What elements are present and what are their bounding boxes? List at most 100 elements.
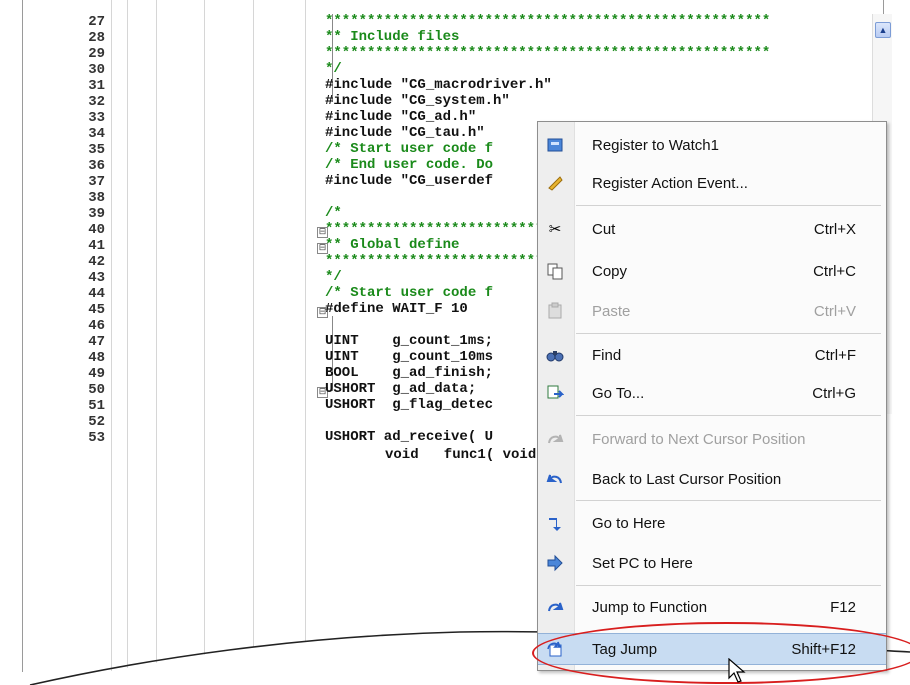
menu-item-label: Go To... (592, 385, 645, 402)
code-line-clipped: void func1( void (385, 447, 537, 463)
code-line: BOOL g_ad_finish; (325, 365, 494, 381)
line-number: 33 (88, 110, 105, 126)
menu-item-register-action-event[interactable]: Register Action Event... (538, 168, 886, 198)
line-number: 40 (88, 222, 105, 238)
code-line: /* Start user code f (325, 141, 494, 157)
code-line: #include "CG_system.h" (325, 93, 510, 109)
menu-item-label: Go to Here (592, 515, 666, 532)
line-number: 35 (88, 142, 105, 158)
line-number: 36 (88, 158, 105, 174)
menu-separator (576, 500, 881, 501)
line-number: 30 (88, 62, 105, 78)
line-number: 44 (88, 286, 105, 302)
line-number: 39 (88, 206, 105, 222)
menu-item-copy[interactable]: Copy Ctrl+C (538, 256, 886, 286)
line-number: 34 (88, 126, 105, 142)
code-line: */ (325, 269, 342, 285)
menu-item-label: Register Action Event... (592, 175, 748, 192)
menu-item-jump-to-function[interactable]: Jump to Function F12 (538, 592, 886, 622)
code-line: USHORT g_ad_data; (325, 381, 477, 397)
line-number: 51 (88, 398, 105, 414)
gutter-divider (253, 0, 254, 672)
line-number: 43 (88, 270, 105, 286)
code-line: ** Global define (325, 237, 460, 253)
line-number: 49 (88, 366, 105, 382)
menu-separator (576, 333, 881, 334)
line-number: 27 (88, 14, 105, 30)
line-number: 45 (88, 302, 105, 318)
paste-icon (546, 302, 564, 320)
context-menu: Register to Watch1 Register Action Event… (537, 121, 887, 671)
menu-item-go-to[interactable]: Go To... Ctrl+G (538, 378, 886, 408)
code-line: /* End user code. Do (325, 157, 494, 173)
menu-item-shortcut: Ctrl+F (814, 347, 856, 364)
action-event-icon (546, 174, 564, 192)
line-number: 32 (88, 94, 105, 110)
menu-item-label: Register to Watch1 (592, 137, 719, 154)
line-number: 31 (88, 78, 105, 94)
line-number: 48 (88, 350, 105, 366)
line-number: 46 (88, 318, 105, 334)
menu-item-label: Copy (592, 263, 628, 280)
mouse-pointer-icon (728, 658, 746, 683)
gutter-divider (156, 0, 157, 672)
menu-item-find[interactable]: Find Ctrl+F (538, 340, 886, 370)
menu-item-forward-cursor[interactable]: Forward to Next Cursor Position (538, 424, 886, 454)
line-number: 38 (88, 190, 105, 206)
menu-item-register-to-watch1[interactable]: Register to Watch1 (538, 130, 886, 160)
scroll-up-button[interactable]: ▲ (875, 22, 891, 38)
gutter-divider (305, 0, 306, 672)
menu-item-label: Find (592, 347, 622, 364)
code-line: USHORT g_flag_detec (325, 397, 494, 413)
copy-icon (546, 262, 564, 280)
code-line: ** Include files (325, 29, 460, 45)
jump-function-icon (546, 598, 564, 616)
goto-icon (546, 384, 564, 402)
set-pc-icon (546, 554, 564, 572)
menu-item-cut[interactable]: ✂ Cut Ctrl+X (538, 214, 886, 244)
line-number: 47 (88, 334, 105, 350)
code-line: ****************************************… (325, 14, 771, 29)
code-line: /* Start user code f (325, 285, 494, 301)
binoculars-icon (546, 346, 564, 364)
code-line: #define WAIT_F 10 (325, 301, 468, 317)
code-line: ****************************************… (325, 45, 771, 61)
code-line: #include "CG_userdef (325, 173, 494, 189)
forward-arrow-icon (546, 430, 564, 448)
line-number: 50 (88, 382, 105, 398)
code-line: */ (325, 61, 342, 77)
menu-item-label: Set PC to Here (592, 555, 693, 572)
go-here-icon (546, 514, 564, 532)
line-number: 53 (88, 430, 105, 446)
menu-separator (576, 585, 881, 586)
line-number: 41 (88, 238, 105, 254)
menu-item-shortcut: Ctrl+G (812, 385, 856, 402)
code-line: UINT g_count_1ms; (325, 333, 494, 349)
menu-item-go-to-here[interactable]: Go to Here (538, 508, 886, 538)
menu-item-shortcut: F12 (830, 599, 856, 616)
menu-item-back-cursor[interactable]: Back to Last Cursor Position (538, 464, 886, 494)
code-line: #include "CG_macrodriver.h" (325, 77, 552, 93)
code-line: USHORT ad_receive( U (325, 429, 494, 445)
gutter-divider (111, 0, 112, 672)
line-number: 28 (88, 30, 105, 46)
code-line: #include "CG_tau.h" (325, 125, 485, 141)
menu-item-label: Forward to Next Cursor Position (592, 431, 806, 448)
menu-item-shortcut: Ctrl+C (813, 263, 856, 280)
menu-item-paste[interactable]: Paste Ctrl+V (538, 296, 886, 326)
callout-ellipse (532, 622, 910, 684)
menu-separator (576, 205, 881, 206)
gutter-divider (204, 0, 205, 672)
watch-register-icon (546, 136, 564, 154)
line-number: 42 (88, 254, 105, 270)
back-arrow-icon (546, 470, 564, 488)
line-number: 29 (88, 46, 105, 62)
menu-item-set-pc[interactable]: Set PC to Here (538, 548, 886, 578)
scissors-icon: ✂ (548, 221, 562, 238)
gutter-divider (127, 0, 128, 672)
code-line: UINT g_count_10ms (325, 349, 494, 365)
line-number: 37 (88, 174, 105, 190)
menu-item-shortcut: Ctrl+V (813, 303, 856, 320)
menu-item-shortcut: Ctrl+X (813, 221, 856, 238)
menu-item-label: Back to Last Cursor Position (592, 471, 782, 488)
